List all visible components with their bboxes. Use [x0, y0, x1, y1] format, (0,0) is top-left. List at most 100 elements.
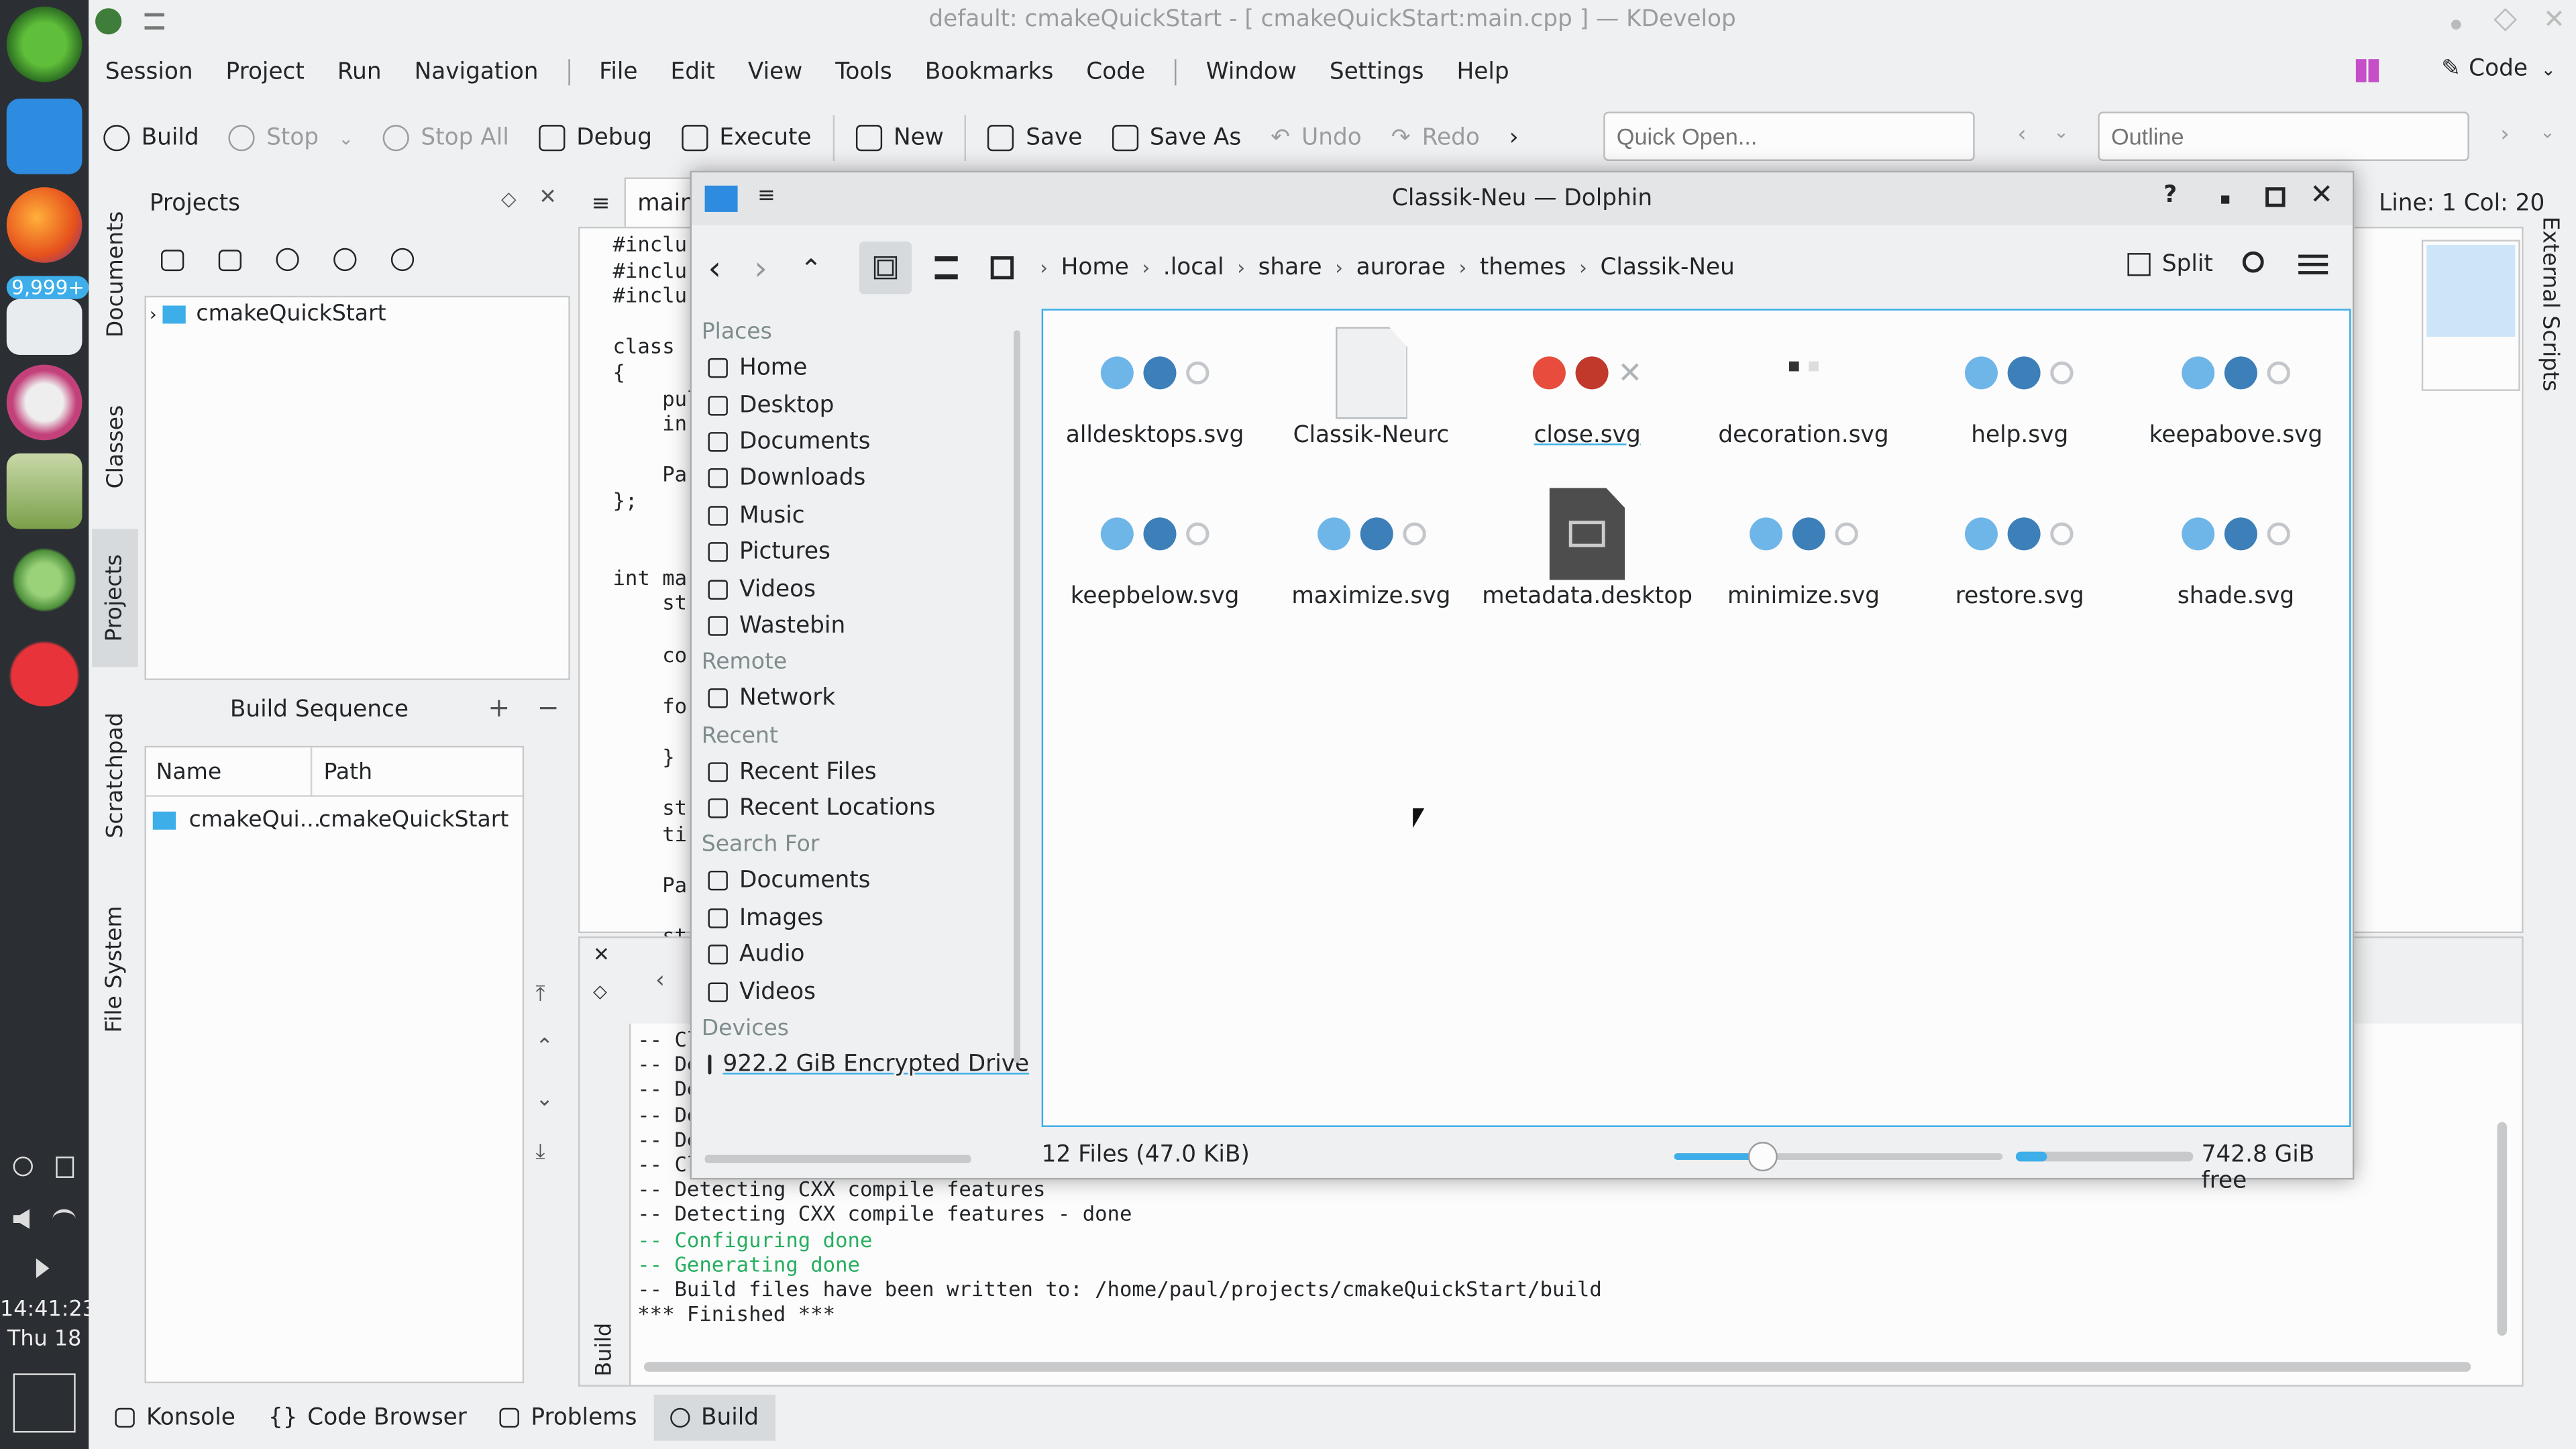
menu-window[interactable]: Window [1189, 59, 1313, 85]
side-tab-documents[interactable]: Documents [92, 184, 138, 364]
area-switch-code[interactable]: ✎ Code ⌄ [2441, 56, 2556, 82]
tab-build[interactable]: Build [653, 1395, 775, 1441]
details-view-icon[interactable] [990, 256, 1014, 280]
breadcrumb-aurorae[interactable]: aurorae [1343, 255, 1458, 281]
save-as-button[interactable]: Save As [1097, 112, 1256, 164]
up-arrow-icon[interactable]: ⌃ [800, 252, 859, 284]
dolphin-taskbar-icon[interactable] [6, 98, 83, 174]
forward-arrow-icon[interactable]: › [2500, 121, 2509, 148]
side-tab-build[interactable]: Build [583, 1313, 626, 1385]
clock-date[interactable]: Thu 18 [0, 1328, 89, 1352]
maximize-window-icon[interactable] [2265, 187, 2286, 207]
minimap[interactable] [2421, 239, 2520, 391]
add-icon[interactable]: + [488, 692, 510, 723]
mail-icon[interactable] [6, 299, 83, 355]
redo-button[interactable]: ↷ Redo [1377, 112, 1495, 164]
installer-icon[interactable] [6, 453, 83, 529]
places-item-recent-locations[interactable]: Recent Locations [692, 790, 1020, 827]
places-item-desktop[interactable]: Desktop [692, 386, 1020, 423]
menu-settings[interactable]: Settings [1313, 59, 1440, 85]
menu-file[interactable]: File [583, 59, 654, 85]
menu-view[interactable]: View [731, 59, 818, 85]
places-item-music[interactable]: Music [692, 497, 1020, 534]
execute-button[interactable]: Execute [667, 112, 826, 164]
tab-konsole[interactable]: Konsole [99, 1395, 252, 1441]
hamburger-menu-icon[interactable] [2298, 254, 2328, 274]
table-row[interactable]: cmakeQui... cmakeQuickStart [152, 806, 508, 833]
media-pause-icon[interactable] [13, 1157, 33, 1177]
close-panel-icon[interactable]: ✕ [539, 186, 557, 211]
debug-button[interactable]: Debug [524, 112, 667, 164]
open-project-icon[interactable] [161, 249, 184, 270]
file-item[interactable]: ✕ close.svg [1479, 323, 1696, 449]
close-output-icon[interactable]: ✕ [593, 943, 610, 966]
chevron-down-icon[interactable]: ⌄ [2053, 121, 2069, 143]
chevron-right-icon[interactable]: › [150, 303, 157, 325]
places-item-images[interactable]: Images [692, 900, 1020, 936]
side-tab-file-system[interactable]: File System [92, 884, 138, 1055]
file-item[interactable]: metadata.desktop [1479, 484, 1696, 610]
undo-button[interactable]: ↶ Undo [1256, 112, 1377, 164]
save-button[interactable]: Save [973, 112, 1097, 164]
menu-edit[interactable]: Edit [654, 59, 731, 85]
expand-arrow-icon[interactable] [36, 1258, 50, 1279]
vertical-scrollbar[interactable] [2497, 1122, 2508, 1336]
back-arrow-icon[interactable]: ‹ [708, 248, 755, 288]
install-config-icon[interactable] [390, 248, 415, 272]
chevron-down-icon[interactable]: ⌄ [2540, 121, 2555, 143]
places-item-pictures[interactable]: Pictures [692, 534, 1020, 571]
horizontal-scrollbar[interactable] [644, 1362, 2471, 1372]
app-launcher-icon[interactable] [6, 6, 83, 83]
strawberry-icon[interactable] [6, 631, 83, 707]
file-item[interactable]: decoration.svg [1695, 323, 1912, 449]
file-view[interactable]: alldesktops.svg Classik-Neurc ✕ close.svg de… [1041, 309, 2351, 1127]
places-item-wastebin[interactable]: Wastebin [692, 607, 1020, 644]
clock-time[interactable]: 14:41:23 [0, 1298, 96, 1323]
help-icon[interactable]: ? [2163, 182, 2177, 209]
places-hscrollbar[interactable] [704, 1155, 971, 1163]
build-config-icon[interactable] [333, 248, 357, 272]
icons-view-button[interactable] [859, 241, 912, 294]
places-item-922-2-gib-encrypted-drive[interactable]: 922.2 GiB Encrypted Drive [692, 1046, 1029, 1083]
new-button[interactable]: New [841, 112, 959, 164]
minimize-window-icon[interactable] [2451, 19, 2461, 30]
back-arrow-icon[interactable]: ‹ [655, 967, 665, 994]
places-item-downloads[interactable]: Downloads [692, 460, 1020, 497]
float-panel-icon[interactable]: ◇ [501, 187, 517, 210]
float-output-icon[interactable]: ◇ [593, 981, 607, 1002]
zoom-slider-handle[interactable] [1748, 1142, 1778, 1172]
document-list-icon[interactable]: ≡ [592, 191, 610, 217]
side-tab-classes[interactable]: Classes [92, 381, 138, 513]
toolbar-overflow-button[interactable]: › [1495, 112, 1534, 164]
file-item[interactable]: restore.svg [1911, 484, 2128, 610]
stop-button[interactable]: Stop ⌄ [214, 112, 368, 164]
volume-icon[interactable] [13, 1209, 30, 1229]
menu-navigation[interactable]: Navigation [398, 59, 555, 85]
places-item-videos[interactable]: Videos [692, 571, 1020, 608]
places-item-network[interactable]: Network [692, 680, 1020, 717]
close-window-icon[interactable]: ✕ [2543, 3, 2565, 35]
move-top-icon[interactable]: ⤒ [535, 969, 553, 1022]
tab-problems[interactable]: Problems [483, 1395, 653, 1441]
side-tab-scratchpad[interactable]: Scratchpad [92, 690, 138, 861]
places-item-audio[interactable]: Audio [692, 936, 1020, 973]
wifi-icon[interactable] [52, 1209, 76, 1228]
places-item-home[interactable]: Home [692, 350, 1020, 387]
fetch-project-icon[interactable] [218, 249, 241, 270]
zoom-slider[interactable] [1674, 1142, 2003, 1172]
file-item[interactable]: keepbelow.svg [1046, 484, 1263, 610]
search-icon[interactable] [2242, 251, 2264, 273]
back-arrow-icon[interactable]: ‹ [2017, 121, 2026, 148]
menu-bookmarks[interactable]: Bookmarks [908, 59, 1070, 85]
outline-input[interactable] [2098, 111, 2469, 161]
music-player-icon[interactable] [6, 364, 83, 441]
breadcrumb-themes[interactable]: themes [1466, 255, 1579, 281]
menu-tools[interactable]: Tools [819, 59, 908, 85]
column-path[interactable]: Path [323, 759, 372, 785]
column-name[interactable]: Name [156, 759, 222, 785]
compact-view-icon[interactable] [934, 256, 958, 280]
split-button[interactable]: Split [2127, 252, 2213, 278]
places-item-videos[interactable]: Videos [692, 973, 1020, 1010]
menu-code[interactable]: Code [1070, 59, 1162, 85]
side-tab-projects[interactable]: Projects [92, 529, 138, 667]
